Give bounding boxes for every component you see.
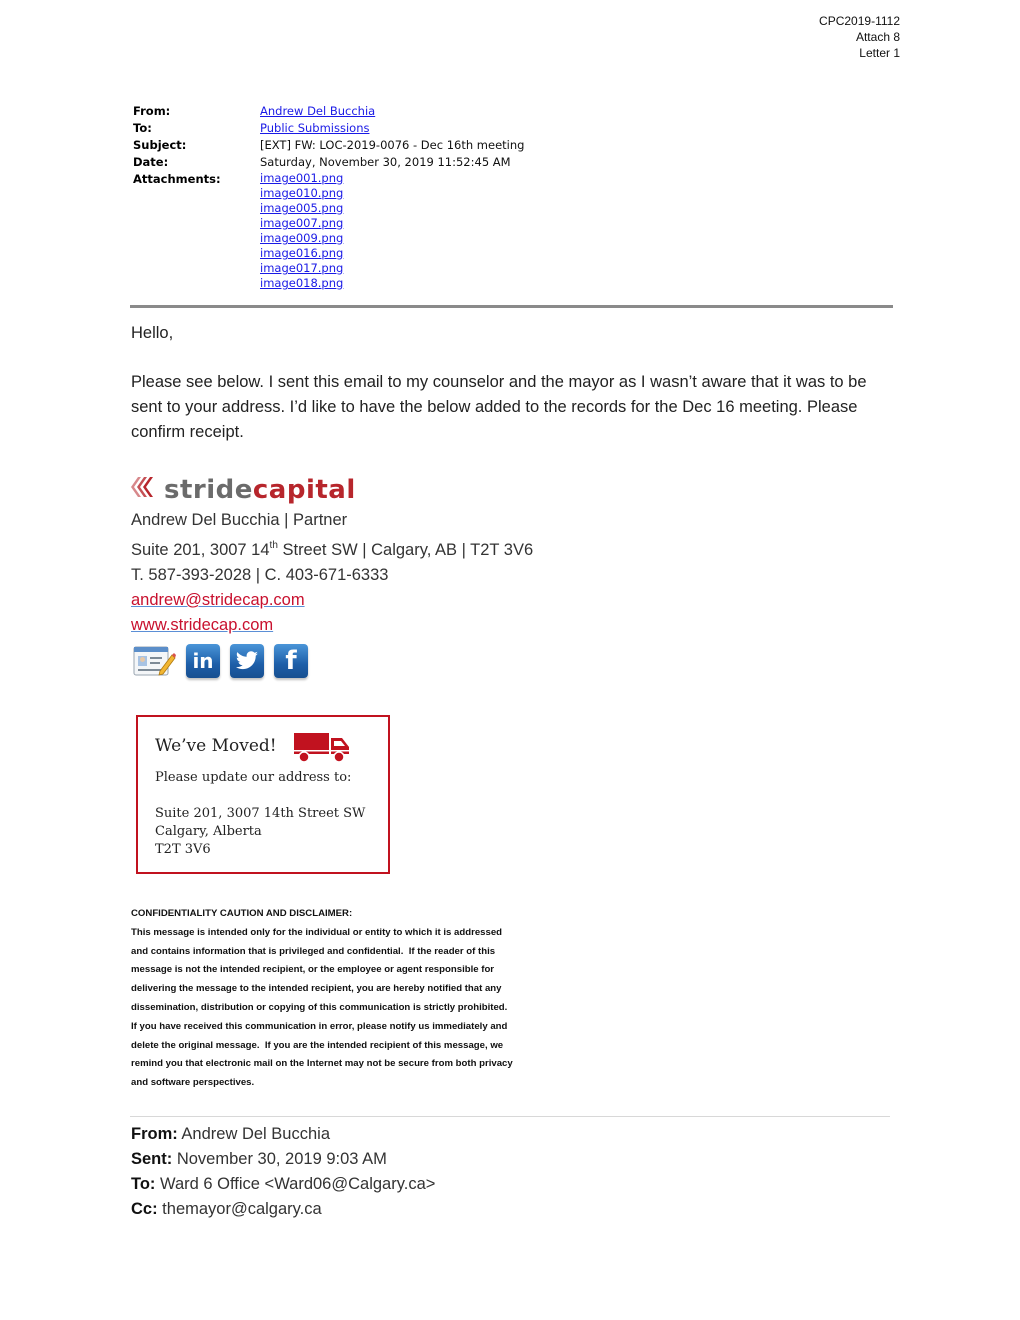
signature-address: Suite 201, 3007 14th Street SW | Calgary…: [131, 538, 533, 563]
date-label: Date:: [133, 155, 169, 169]
to-link[interactable]: Public Submissions: [260, 120, 524, 137]
confidentiality-disclaimer: CONFIDENTIALITY CAUTION AND DISCLAIMER: …: [131, 905, 591, 1093]
from-link[interactable]: Andrew Del Bucchia: [260, 103, 524, 120]
disclaimer-heading: CONFIDENTIALITY CAUTION AND DISCLAIMER:: [131, 908, 353, 919]
attachments-label: Attachments:: [133, 172, 221, 186]
moved-address-line: T2T 3V6: [155, 842, 211, 857]
attachment-link[interactable]: image009.png: [260, 231, 524, 246]
disclaimer-line: dissemination, distribution or copying o…: [131, 1001, 508, 1013]
attachments-list: image001.png image010.png image005.png i…: [260, 171, 524, 291]
logo-word-stride: stride: [164, 475, 253, 505]
logo-chevrons-icon: [130, 475, 156, 505]
facebook-icon[interactable]: f: [274, 644, 308, 678]
signature-phones: T. 587-393-2028 | C. 403-671-6333: [131, 566, 389, 584]
from-label: From:: [133, 104, 171, 118]
signature-email-link[interactable]: andrew@stridecap.com: [131, 588, 533, 613]
forwarded-sent: Sent: November 30, 2019 9:03 AM: [131, 1147, 435, 1172]
subject-label: Subject:: [133, 138, 187, 152]
forwarded-cc-label: Cc:: [131, 1200, 158, 1218]
disclaimer-line: message is not the intended recipient, o…: [131, 964, 495, 976]
moved-address-line: Calgary, Alberta: [155, 824, 262, 839]
header-row-attachments: Attachments: image001.png image010.png i…: [133, 171, 524, 291]
header-row-to: To: Public Submissions: [133, 120, 524, 137]
linkedin-icon[interactable]: in: [186, 644, 220, 678]
forwarded-from-label: From:: [131, 1125, 178, 1143]
signature-name-title: Andrew Del Bucchia | Partner: [131, 511, 348, 529]
greeting: Hello,: [131, 324, 174, 342]
forward-divider: [130, 1116, 890, 1117]
signature-website-link[interactable]: www.stridecap.com: [131, 613, 533, 638]
subject-value: [EXT] FW: LOC-2019-0076 - Dec 16th meeti…: [260, 138, 525, 152]
forwarded-to-value: Ward 6 Office <Ward06@Calgary.ca>: [155, 1175, 436, 1193]
disclaimer-line: If you have received this communication …: [131, 1020, 508, 1032]
attachment-link[interactable]: image005.png: [260, 201, 524, 216]
attachment-link[interactable]: image001.png: [260, 171, 524, 186]
page-ref-letter: Letter 1: [859, 46, 900, 60]
forwarded-cc: Cc: themayor@calgary.ca: [131, 1197, 435, 1222]
address-part-1: Suite 201, 3007 14: [131, 541, 270, 559]
body-paragraph: Please see below. I sent this email to m…: [131, 373, 867, 441]
forwarded-to: To: Ward 6 Office <Ward06@Calgary.ca>: [131, 1172, 435, 1197]
attachment-link[interactable]: image017.png: [260, 261, 524, 276]
address-superscript: th: [269, 540, 278, 551]
vcard-icon[interactable]: [132, 644, 176, 678]
disclaimer-line: This message is intended only for the in…: [131, 926, 503, 938]
attachment-link[interactable]: image010.png: [260, 186, 524, 201]
disclaimer-line: and contains information that is privile…: [131, 945, 496, 957]
header-row-from: From: Andrew Del Bucchia: [133, 103, 524, 120]
moved-address-line: Suite 201, 3007 14th Street SW: [155, 806, 366, 821]
header-divider: [130, 305, 893, 308]
forwarded-cc-value: themayor@calgary.ca: [157, 1200, 322, 1218]
social-icons: in f: [132, 644, 308, 678]
to-label: To:: [133, 121, 152, 135]
stridecapital-logo: stride capital: [130, 474, 356, 506]
moved-title: We’ve Moved!: [155, 736, 277, 756]
moved-subtitle: Please update our address to:: [155, 770, 352, 785]
page-reference: CPC2019-1112 Attach 8 Letter 1: [819, 13, 900, 61]
truck-icon: [294, 733, 350, 767]
disclaimer-line: delivering the message to the intended r…: [131, 983, 502, 995]
disclaimer-line: remind you that electronic mail on the I…: [131, 1058, 513, 1070]
page-ref-doc-number: CPC2019-1112: [819, 14, 900, 28]
header-row-subject: Subject: [EXT] FW: LOC-2019-0076 - Dec 1…: [133, 137, 524, 154]
moved-address: Suite 201, 3007 14th Street SW Calgary, …: [155, 805, 365, 859]
disclaimer-line: and software perspectives.: [131, 1077, 255, 1089]
moved-notice: We’ve Moved! Please update our address t…: [136, 715, 390, 874]
forwarded-sent-label: Sent:: [131, 1150, 173, 1168]
email-header: From: Andrew Del Bucchia To: Public Subm…: [133, 103, 524, 291]
attachment-link[interactable]: image007.png: [260, 216, 524, 231]
forwarded-header: From: Andrew Del Bucchia Sent: November …: [131, 1122, 435, 1222]
header-row-date: Date: Saturday, November 30, 2019 11:52:…: [133, 154, 524, 171]
page-ref-attachment: Attach 8: [855, 30, 900, 44]
date-value: Saturday, November 30, 2019 11:52:45 AM: [260, 155, 511, 169]
attachment-link[interactable]: image018.png: [260, 276, 524, 291]
disclaimer-line: delete the original message. If you are …: [131, 1039, 504, 1051]
forwarded-from: From: Andrew Del Bucchia: [131, 1122, 435, 1147]
logo-word-capital: capital: [252, 475, 356, 505]
address-part-2: Street SW | Calgary, AB | T2T 3V6: [277, 541, 534, 559]
forwarded-from-value: Andrew Del Bucchia: [177, 1125, 330, 1143]
attachment-link[interactable]: image016.png: [260, 246, 524, 261]
signature-block: Andrew Del Bucchia | Partner Suite 201, …: [131, 508, 533, 638]
forwarded-sent-value: November 30, 2019 9:03 AM: [172, 1150, 387, 1168]
twitter-icon[interactable]: [230, 644, 264, 678]
forwarded-to-label: To:: [131, 1175, 156, 1193]
